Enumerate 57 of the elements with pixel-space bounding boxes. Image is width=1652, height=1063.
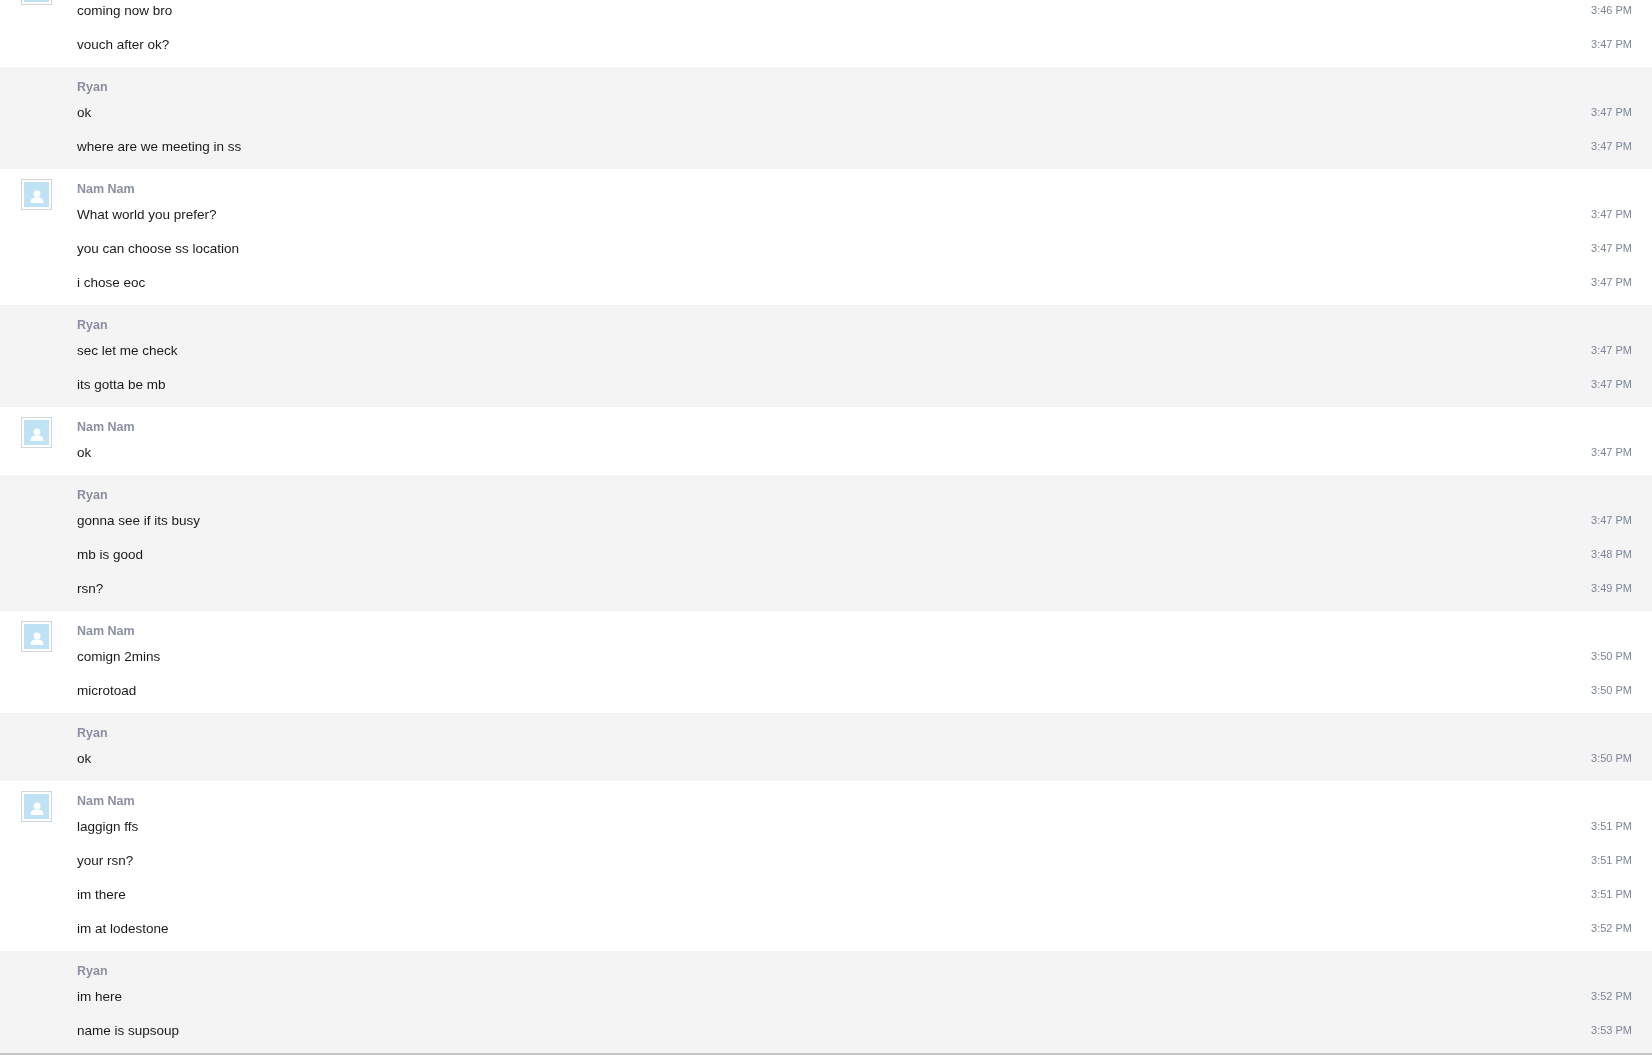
person-icon: [29, 190, 44, 203]
message-time: 3:50 PM: [1591, 684, 1632, 696]
message-time: 3:47 PM: [1591, 208, 1632, 220]
message-time: 3:48 PM: [1591, 548, 1632, 560]
message-text: ok: [77, 104, 92, 120]
message-text: vouch after ok?: [77, 36, 170, 52]
sender-name: Nam Nam: [77, 793, 135, 809]
message-time: 3:46 PM: [1591, 4, 1632, 16]
sender-name: Nam Nam: [77, 419, 135, 435]
message-text: rsn?: [77, 580, 104, 596]
message-text: mb is good: [77, 546, 144, 562]
message-text: name is supsoup: [77, 1022, 180, 1038]
message-time: 3:52 PM: [1591, 922, 1632, 934]
message-text: its gotta be mb: [77, 376, 166, 392]
message-text: sec let me check: [77, 342, 178, 358]
message-time: 3:47 PM: [1591, 140, 1632, 152]
message-text: your rsn?: [77, 852, 134, 868]
message-time: 3:52 PM: [1591, 990, 1632, 1002]
message-time: 3:50 PM: [1591, 752, 1632, 764]
sender-name: Ryan: [77, 79, 108, 95]
message-text: What world you prefer?: [77, 206, 217, 222]
sender-name: Ryan: [77, 487, 108, 503]
message-time: 3:47 PM: [1591, 344, 1632, 356]
message-text: ok: [77, 750, 92, 766]
message-text: im there: [77, 886, 126, 902]
message-text: comign 2mins: [77, 648, 161, 664]
message-text: i chose eoc: [77, 274, 146, 290]
message-time: 3:49 PM: [1591, 582, 1632, 594]
message-text: microtoad: [77, 682, 137, 698]
person-icon: [29, 428, 44, 441]
sender-name: Nam Nam: [77, 623, 135, 639]
message-text: gonna see if its busy: [77, 512, 201, 528]
message-text: coming now bro: [77, 2, 173, 18]
message-time: 3:51 PM: [1591, 888, 1632, 900]
message-time: 3:53 PM: [1591, 1024, 1632, 1036]
sender-name: Nam Nam: [77, 181, 135, 197]
message-time: 3:47 PM: [1591, 446, 1632, 458]
message-time: 3:51 PM: [1591, 854, 1632, 866]
message-time: 3:47 PM: [1591, 514, 1632, 526]
message-text: im here: [77, 988, 122, 1004]
message-time: 3:51 PM: [1591, 820, 1632, 832]
sender-name: Ryan: [77, 317, 108, 333]
message-time: 3:47 PM: [1591, 378, 1632, 390]
person-icon: [29, 632, 44, 645]
message-time: 3:47 PM: [1591, 276, 1632, 288]
message-time: 3:47 PM: [1591, 106, 1632, 118]
sender-name: Ryan: [77, 725, 108, 741]
message-time: 3:47 PM: [1591, 242, 1632, 254]
message-time: 3:47 PM: [1591, 38, 1632, 50]
message-time: 3:50 PM: [1591, 650, 1632, 662]
message-text: im at lodestone: [77, 920, 169, 936]
message-text: laggign ffs: [77, 818, 139, 834]
sender-name: Ryan: [77, 963, 108, 979]
message-text: ok: [77, 444, 92, 460]
message-text: where are we meeting in ss: [77, 138, 242, 154]
person-icon: [29, 802, 44, 815]
message-text: you can choose ss location: [77, 240, 240, 256]
